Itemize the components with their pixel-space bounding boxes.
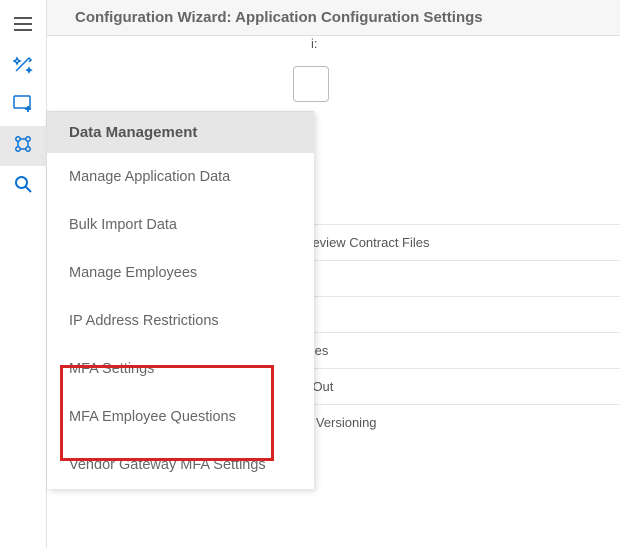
hamburger-menu-button[interactable] (0, 6, 47, 46)
connections-icon (13, 134, 33, 159)
flyout-item-manage-employees[interactable]: Manage Employees (47, 249, 314, 297)
data-management-button[interactable] (0, 126, 47, 166)
info-fragment: i: (311, 36, 318, 51)
toolbar-button-outline[interactable] (293, 66, 329, 102)
wand-icon (13, 54, 33, 79)
screen-plus-icon (13, 95, 33, 118)
flyout-item-vendor-gateway-mfa-settings[interactable]: Vendor Gateway MFA Settings (47, 441, 314, 489)
view-button[interactable] (0, 86, 47, 126)
left-rail (0, 0, 47, 548)
flyout-item-bulk-import-data[interactable]: Bulk Import Data (47, 201, 314, 249)
wizard-button[interactable] (0, 46, 47, 86)
search-button[interactable] (0, 166, 47, 206)
search-icon (14, 175, 32, 198)
flyout-item-mfa-settings[interactable]: MFA Settings (47, 345, 314, 393)
data-management-flyout: Data Management Manage Application Data … (47, 111, 314, 489)
flyout-header: Data Management (47, 112, 314, 153)
flyout-item-manage-application-data[interactable]: Manage Application Data (47, 153, 314, 201)
flyout-item-mfa-employee-questions[interactable]: MFA Employee Questions (47, 393, 314, 441)
page-header: Configuration Wizard: Application Config… (47, 0, 620, 36)
page-title: Configuration Wizard: Application Config… (75, 9, 483, 26)
flyout-item-ip-address-restrictions[interactable]: IP Address Restrictions (47, 297, 314, 345)
hamburger-icon (14, 17, 32, 36)
